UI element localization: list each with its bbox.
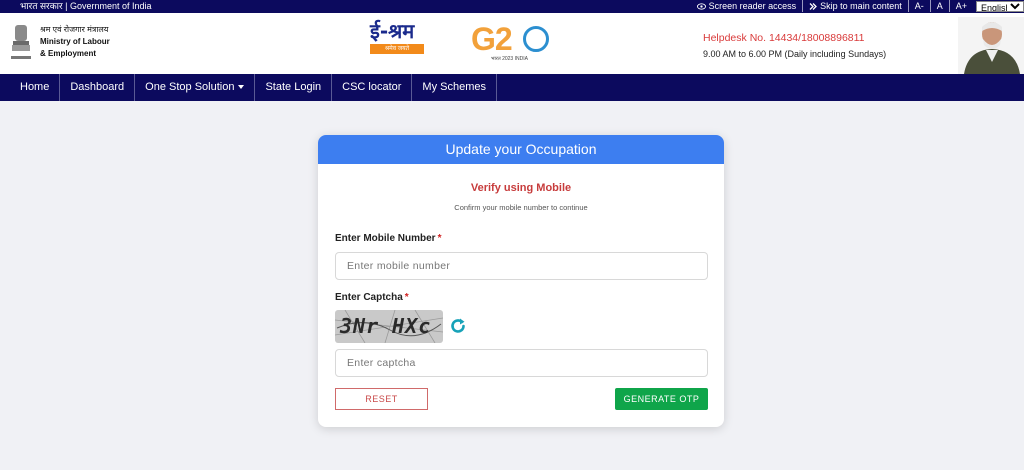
ministry-english-line2: & Employment bbox=[40, 49, 97, 58]
leader-portrait-icon bbox=[958, 17, 1024, 74]
captcha-label: Enter Captcha * bbox=[335, 292, 409, 303]
g20-lotus-icon bbox=[523, 26, 549, 52]
font-increase-button[interactable]: A+ bbox=[948, 0, 973, 12]
ministry-name[interactable]: श्रम एवं रोजगार मंत्रालय Ministry of Lab… bbox=[40, 24, 110, 60]
eye-icon bbox=[696, 2, 706, 10]
captcha-text: 3Nr HXc bbox=[340, 314, 432, 338]
caret-down-icon bbox=[238, 85, 245, 90]
mobile-number-input[interactable] bbox=[335, 252, 708, 280]
double-chevron-right-icon bbox=[809, 2, 818, 10]
nav-dashboard[interactable]: Dashboard bbox=[60, 74, 136, 101]
main-nav: Home Dashboard One Stop Solution State L… bbox=[0, 74, 1024, 101]
g20-logo: G2 भारत 2023 INDIA bbox=[471, 22, 553, 68]
helpdesk-number: Helpdesk No. 14434/18008896811 bbox=[703, 32, 865, 44]
helpdesk-info: Helpdesk No. 14434/18008896811 9.00 AM t… bbox=[703, 32, 886, 61]
screen-reader-link[interactable]: Screen reader access bbox=[691, 0, 803, 12]
nav-one-stop-solution-label: One Stop Solution bbox=[145, 81, 235, 93]
eshram-logo[interactable]: ई-श्रम श्रमेव जयते bbox=[370, 20, 428, 68]
nav-csc-locator[interactable]: CSC locator bbox=[332, 74, 413, 101]
required-mark: * bbox=[437, 233, 442, 244]
card-title: Update your Occupation bbox=[318, 135, 724, 164]
nav-my-schemes[interactable]: My Schemes bbox=[412, 74, 497, 101]
nav-one-stop-solution[interactable]: One Stop Solution bbox=[135, 74, 256, 101]
eshram-tagline: श्रमेव जयते bbox=[370, 44, 424, 54]
nav-home[interactable]: Home bbox=[0, 74, 61, 101]
accessibility-links: Screen reader access Skip to main conten… bbox=[691, 0, 1024, 12]
update-occupation-card: Update your Occupation Verify using Mobi… bbox=[318, 135, 724, 427]
mobile-label-text: Enter Mobile Number bbox=[335, 233, 436, 244]
reset-button[interactable]: RESET bbox=[335, 388, 428, 410]
gov-topbar: भारत सरकार | Government of India Screen … bbox=[0, 0, 1024, 13]
national-emblem-icon bbox=[11, 25, 31, 59]
captcha-label-text: Enter Captcha bbox=[335, 292, 403, 303]
generate-otp-button[interactable]: GENERATE OTP bbox=[615, 388, 708, 410]
skip-main-label: Skip to main content bbox=[820, 1, 902, 11]
nav-state-login[interactable]: State Login bbox=[255, 74, 333, 101]
screen-reader-label: Screen reader access bbox=[708, 1, 797, 11]
government-of-india-text: भारत सरकार | Government of India bbox=[20, 1, 152, 11]
ministry-english-line1: Ministry of Labour bbox=[40, 37, 110, 46]
mobile-label: Enter Mobile Number * bbox=[335, 233, 441, 244]
skip-to-main-link[interactable]: Skip to main content bbox=[802, 0, 908, 12]
language-select[interactable]: English bbox=[976, 0, 1024, 12]
captcha-input[interactable] bbox=[335, 349, 708, 377]
g20-subtitle: भारत 2023 INDIA bbox=[491, 56, 528, 62]
ministry-hindi: श्रम एवं रोजगार मंत्रालय bbox=[40, 25, 109, 34]
refresh-icon[interactable] bbox=[449, 317, 467, 335]
verify-heading: Verify using Mobile bbox=[470, 182, 572, 194]
font-normal-button[interactable]: A bbox=[929, 0, 949, 12]
site-header: श्रम एवं रोजगार मंत्रालय Ministry of Lab… bbox=[0, 13, 1024, 74]
required-mark: * bbox=[404, 292, 409, 303]
font-decrease-button[interactable]: A- bbox=[907, 0, 930, 12]
helpdesk-hours: 9.00 AM to 6.00 PM (Daily including Sund… bbox=[703, 49, 887, 59]
captcha-image: 3Nr HXc bbox=[335, 310, 443, 343]
verify-subtext: Confirm your mobile number to continue bbox=[454, 203, 588, 212]
eshram-wordmark: ई-श्रम bbox=[370, 19, 415, 43]
